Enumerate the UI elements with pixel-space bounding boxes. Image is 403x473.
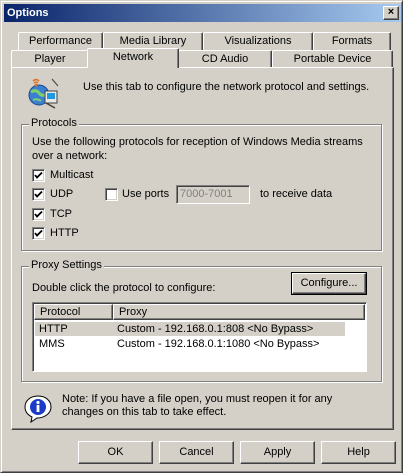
window-title: Options [7,7,49,19]
table-row[interactable]: HTTP Custom - 192.168.0.1:808 <No Bypass… [35,322,345,336]
use-ports-checkbox[interactable] [105,188,118,201]
tab-portable-device[interactable]: Portable Device [272,50,393,68]
options-window: Options × Performance Media Library Visu… [0,0,403,473]
close-icon: × [387,6,395,18]
table-row[interactable]: MMS Custom - 192.168.0.1:1080 <No Bypass… [35,337,345,351]
multicast-label: Multicast [50,169,93,181]
tab-visualizations[interactable]: Visualizations [203,32,313,50]
udp-label: UDP [50,188,74,200]
checkmark-icon [34,210,43,218]
proxy-settings-group-title: Proxy Settings [29,259,104,271]
row-protocol: HTTP [39,323,68,335]
receive-data-label: to receive data [260,188,333,200]
protocols-description-line2: over a network: [32,150,108,162]
help-button[interactable]: Help [321,441,396,464]
tab-network[interactable]: Network [87,48,179,68]
tab-formats[interactable]: Formats [313,32,391,50]
cancel-button[interactable]: Cancel [159,441,234,464]
tab-cd-audio[interactable]: CD Audio [178,50,272,68]
column-header-proxy[interactable]: Proxy [113,304,365,320]
multicast-label-text: Multicast [50,169,94,181]
tcp-checkbox[interactable] [32,208,45,221]
checkmark-icon [34,229,43,237]
tcp-label: TCP [50,208,72,220]
tab-player[interactable]: Player [11,50,89,68]
ok-button[interactable]: OK [78,441,153,464]
proxy-instruction: Double click the protocol to configure: [32,282,216,294]
multicast-checkbox[interactable] [32,169,45,182]
intro-text: Use this tab to configure the network pr… [83,81,370,93]
note-line2: changes on this tab to take effect. [62,406,227,418]
apply-button[interactable]: Apply [240,441,315,464]
column-header-protocol[interactable]: Protocol [34,304,113,320]
checkmark-icon [34,171,43,179]
proxy-list[interactable]: Protocol Proxy HTTP Custom - 192.168.0.1… [32,302,367,372]
http-checkbox[interactable] [32,227,45,240]
ports-input[interactable]: 7000-7001 [176,185,250,204]
info-icon [23,394,53,424]
udp-checkbox[interactable] [32,188,45,201]
note-text: Note: If you have a file open, you must … [62,393,382,419]
network-globe-icon [27,77,61,109]
checkmark-icon [34,190,43,198]
protocols-description-line1: Use the following protocols for receptio… [32,136,363,148]
close-button[interactable]: × [383,6,399,20]
title-bar: Options × [4,4,401,22]
http-label: HTTP [50,227,79,239]
row-proxy: Custom - 192.168.0.1:808 <No Bypass> [117,323,314,335]
use-ports-label: Use ports [122,188,170,200]
row-proxy: Custom - 192.168.0.1:1080 <No Bypass> [117,338,320,350]
note-line1: Note: If you have a file open, you must … [62,393,333,405]
protocols-group-title: Protocols [29,117,79,129]
row-protocol: MMS [39,338,65,350]
configure-button[interactable]: Configure... [291,272,367,295]
